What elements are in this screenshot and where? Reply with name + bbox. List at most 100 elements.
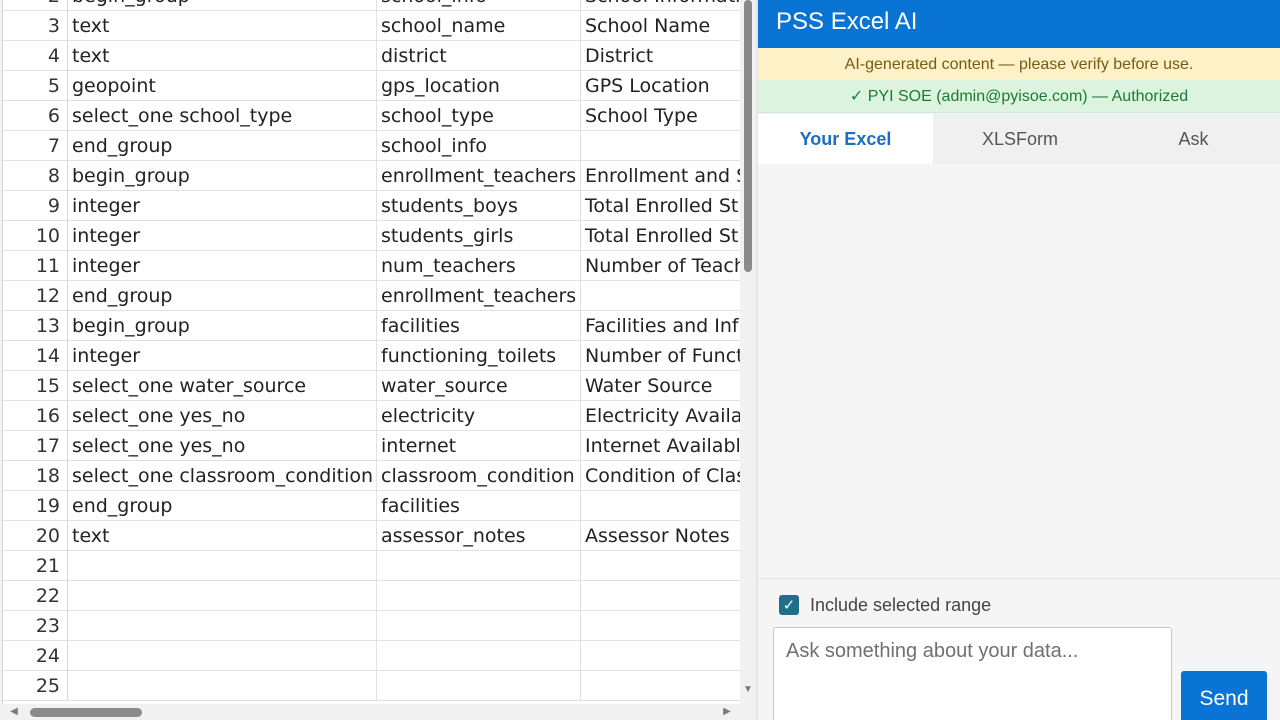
cell-type[interactable] [68,611,377,641]
cell-label[interactable]: School Information [581,0,740,11]
tab-ask[interactable]: Ask [1107,114,1280,164]
cell-type[interactable]: text [68,11,377,41]
horizontal-scrollbar-thumb[interactable] [30,708,142,717]
cell-type[interactable]: begin_group [68,0,377,11]
cell-type[interactable] [68,581,377,611]
cell-label[interactable]: Condition of Class [581,461,740,491]
cell-label[interactable]: School Name [581,11,740,41]
cell-label[interactable] [581,641,740,671]
cell-label[interactable]: Number of Teache [581,251,740,281]
horizontal-scrollbar[interactable]: ◀ ▶ [0,704,740,720]
cell-label[interactable]: Water Source [581,371,740,401]
table-row: 3 text school_name School Name [0,11,740,41]
cell-label[interactable]: Assessor Notes [581,521,740,551]
scroll-down-arrow-icon[interactable]: ▼ [742,684,754,696]
cell-name[interactable] [377,671,581,701]
cell-name[interactable]: district [377,41,581,71]
cell-label[interactable] [581,281,740,311]
cell-name[interactable]: num_teachers [377,251,581,281]
cell-type[interactable]: select_one yes_no [68,431,377,461]
cell-type[interactable] [68,641,377,671]
cell-name[interactable]: enrollment_teachers [377,281,581,311]
cell-label[interactable]: GPS Location [581,71,740,101]
cell-name[interactable]: school_info [377,131,581,161]
cell-name[interactable]: school_info [377,0,581,11]
cell-label[interactable]: Electricity Availab [581,401,740,431]
cell-label[interactable] [581,611,740,641]
cell-name[interactable]: water_source [377,371,581,401]
tab-your-excel[interactable]: Your Excel [758,114,933,164]
cell-label[interactable]: Number of Functic [581,341,740,371]
cell-type[interactable]: select_one water_source [68,371,377,401]
table-row: 6 select_one school_type school_type School… [0,101,740,131]
ask-input[interactable] [773,627,1172,720]
cell-label[interactable] [581,581,740,611]
table-row: 2begin_groupschool_infoSchool Informatio… [0,0,740,11]
cell-name[interactable]: school_type [377,101,581,131]
cell-label[interactable]: School Type [581,101,740,131]
cell-name[interactable] [377,581,581,611]
table-row: 9integerstudents_boysTotal Enrolled Stuc [0,191,740,221]
cell-label[interactable] [581,131,740,161]
cell-type[interactable]: begin_group [68,311,377,341]
cell-label[interactable] [581,491,740,521]
table-row: 13 begin_group facilities Facilities and In… [0,311,740,341]
cell-type[interactable] [68,551,377,581]
cell-name[interactable]: electricity [377,401,581,431]
cell-name[interactable] [377,641,581,671]
cell-type[interactable]: integer [68,191,377,221]
cell-name[interactable]: assessor_notes [377,521,581,551]
cell-name[interactable]: enrollment_teachers [377,161,581,191]
cell-type[interactable]: text [68,521,377,551]
row-header: 4 [3,41,68,71]
cell-name[interactable]: students_boys [377,191,581,221]
cell-label[interactable]: Facilities and Infra [581,311,740,341]
cell-name[interactable]: gps_location [377,71,581,101]
cell-type[interactable]: end_group [68,131,377,161]
cell-type[interactable]: end_group [68,491,377,521]
cell-name[interactable]: facilities [377,311,581,341]
cell-label[interactable] [581,551,740,581]
table-row: 22 [0,581,740,611]
cell-type[interactable]: select_one school_type [68,101,377,131]
cell-name[interactable] [377,611,581,641]
auth-status-banner: ✓ PYI SOE (admin@pyisoe.com) — Authorize… [758,80,1280,113]
cell-label[interactable]: Enrollment and St [581,161,740,191]
cell-type[interactable]: integer [68,221,377,251]
cell-type[interactable] [68,671,377,701]
tab-xlsform[interactable]: XLSForm [933,114,1107,164]
spreadsheet-grid[interactable]: 2begin_groupschool_infoSchool Informatio… [0,0,740,704]
send-button[interactable]: Send [1181,671,1267,720]
scroll-right-arrow-icon[interactable]: ▶ [721,706,733,718]
row-header: 17 [3,431,68,461]
row-header: 2 [3,0,68,11]
cell-name[interactable]: functioning_toilets [377,341,581,371]
table-row: 25 [0,671,740,701]
cell-name[interactable]: facilities [377,491,581,521]
cell-type[interactable]: begin_group [68,161,377,191]
cell-label[interactable]: Internet Available [581,431,740,461]
include-range-label[interactable]: Include selected range [810,593,991,617]
vertical-scrollbar[interactable]: ▼ [740,0,756,704]
scroll-left-arrow-icon[interactable]: ◀ [8,706,20,718]
cell-label[interactable] [581,671,740,701]
cell-type[interactable]: integer [68,341,377,371]
cell-label[interactable]: Total Enrolled Stuc [581,191,740,221]
cell-name[interactable] [377,551,581,581]
cell-label[interactable]: Total Enrolled Stuc [581,221,740,251]
cell-type[interactable]: geopoint [68,71,377,101]
cell-type[interactable]: integer [68,251,377,281]
cell-name[interactable]: school_name [377,11,581,41]
cell-name[interactable]: classroom_condition [377,461,581,491]
cell-type[interactable]: end_group [68,281,377,311]
cell-type[interactable]: text [68,41,377,71]
cell-type[interactable]: select_one classroom_condition [68,461,377,491]
cell-type[interactable]: select_one yes_no [68,401,377,431]
row-header: 25 [3,671,68,701]
cell-name[interactable]: internet [377,431,581,461]
table-row: 21 [0,551,740,581]
cell-name[interactable]: students_girls [377,221,581,251]
include-range-checkbox[interactable]: ✓ [779,595,799,615]
cell-label[interactable]: District [581,41,740,71]
vertical-scrollbar-thumb[interactable] [744,0,752,272]
